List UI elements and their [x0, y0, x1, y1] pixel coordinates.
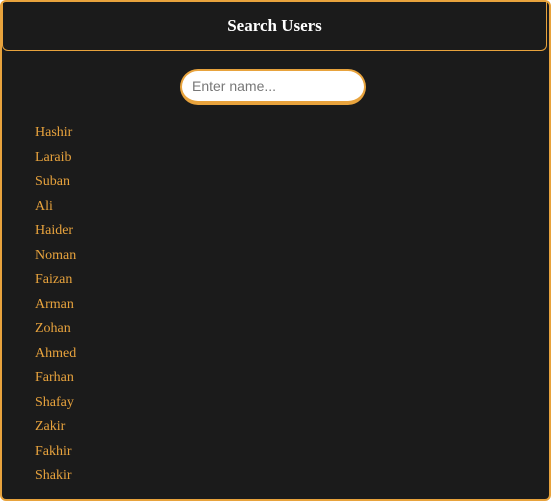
user-list: Hashir Laraib Suban Ali Haider Noman Fai…: [35, 123, 76, 491]
user-list-item[interactable]: Suban: [35, 172, 76, 197]
user-list-item[interactable]: Laraib: [35, 148, 76, 173]
user-list-item[interactable]: Haider: [35, 221, 76, 246]
user-list-item[interactable]: Hashir: [35, 123, 76, 148]
user-list-item[interactable]: Ali: [35, 197, 76, 222]
user-list-item[interactable]: Arman: [35, 295, 76, 320]
page-title: Search Users: [227, 16, 322, 35]
user-list-item[interactable]: Shafay: [35, 393, 76, 418]
user-list-item[interactable]: Ahmed: [35, 344, 76, 369]
user-list-item[interactable]: Noman: [35, 246, 76, 271]
user-list-item[interactable]: Farhan: [35, 368, 76, 393]
user-list-item[interactable]: Fakhir: [35, 442, 76, 467]
search-users-panel: Search Users Hashir Laraib Suban Ali Hai…: [0, 0, 551, 501]
panel-header: Search Users: [2, 2, 547, 51]
user-list-item[interactable]: Shakir: [35, 466, 76, 491]
user-list-item[interactable]: Zakir: [35, 417, 76, 442]
user-list-item[interactable]: Faizan: [35, 270, 76, 295]
search-box: [180, 69, 368, 107]
user-list-item[interactable]: Zohan: [35, 319, 76, 344]
search-input[interactable]: [180, 69, 366, 105]
